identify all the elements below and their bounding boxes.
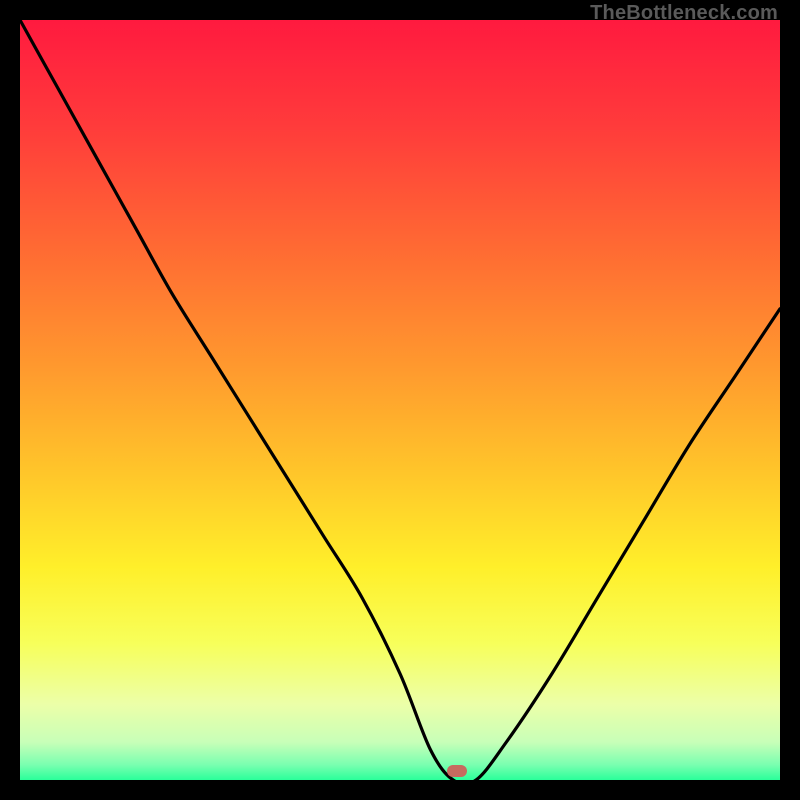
chart-frame: TheBottleneck.com [0, 0, 800, 800]
curve-layer [20, 20, 780, 780]
optimum-marker [447, 765, 467, 777]
plot-area [20, 20, 780, 780]
bottleneck-curve [20, 20, 780, 780]
